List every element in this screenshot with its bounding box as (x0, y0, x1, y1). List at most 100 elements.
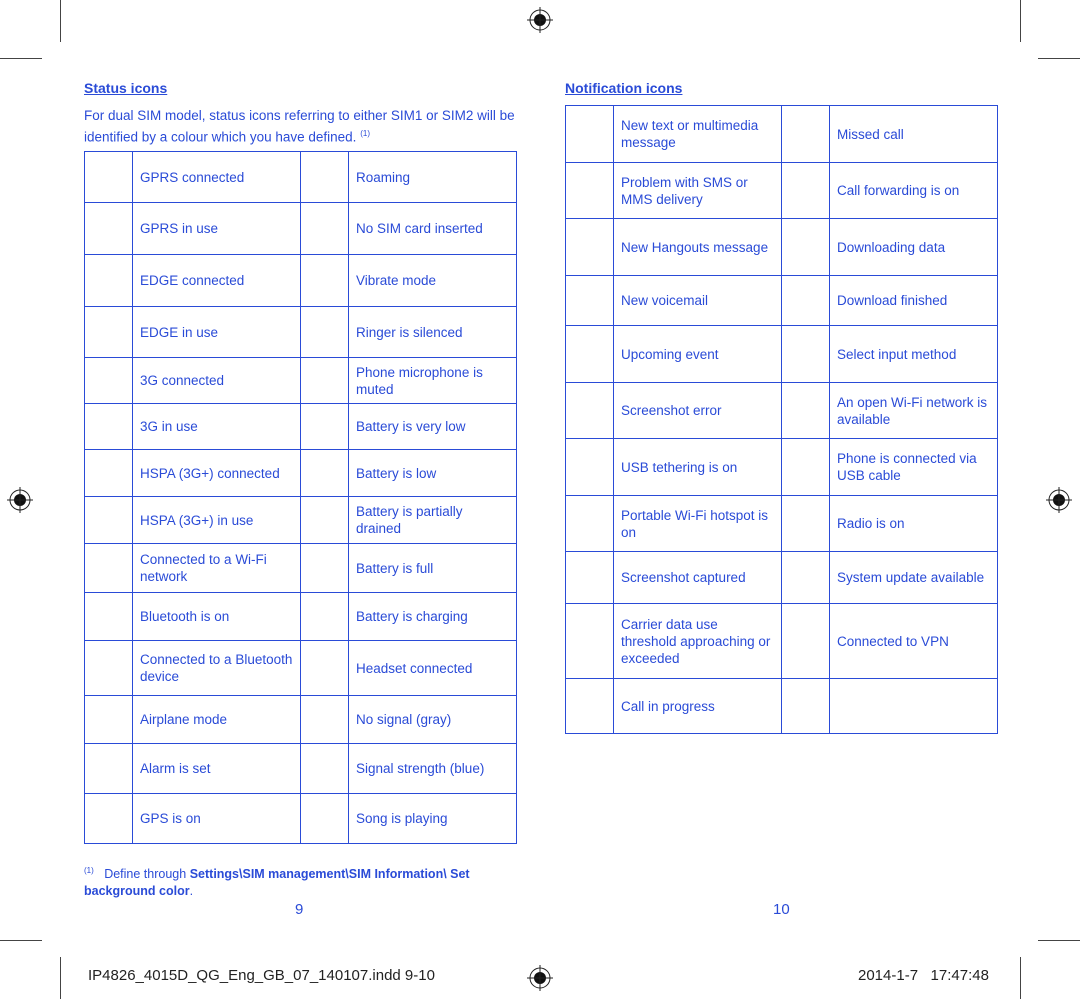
icon-description: Upcoming event (613, 325, 782, 383)
crop-mark (1038, 58, 1080, 59)
icon-description: GPRS connected (132, 151, 301, 203)
icon-description: EDGE in use (132, 306, 301, 358)
icon-description: Screenshot error (613, 382, 782, 439)
icon-cell (565, 382, 614, 439)
icon-description: No SIM card inserted (348, 202, 517, 255)
icon-cell (565, 325, 614, 383)
table-row: Airplane mode No signal (gray) (84, 695, 517, 744)
icon-description: Phone is connected via USB cable (829, 438, 998, 496)
icon-cell (565, 495, 614, 552)
icon-description: Downloading data (829, 218, 998, 276)
icon-description: Signal strength (blue) (348, 743, 517, 794)
page-number-right: 10 (773, 901, 790, 918)
table-row: Connected to a Wi-Fi network Battery is f… (84, 543, 517, 593)
icon-description: Battery is very low (348, 403, 517, 450)
icon-cell (781, 495, 830, 552)
notification-icons-table: New text or multimedia message Missed cal… (565, 105, 998, 734)
registration-mark-icon (7, 487, 33, 513)
registration-mark-icon (527, 7, 553, 33)
icon-cell (84, 306, 133, 358)
icon-description: Portable Wi-Fi hotspot is on (613, 495, 782, 552)
icon-description: Song is playing (348, 793, 517, 844)
table-row: 3G connected Phone microphone is muted (84, 357, 517, 404)
icon-description: Missed call (829, 105, 998, 163)
icon-description: Airplane mode (132, 695, 301, 744)
footnote-ref: (1) (360, 129, 370, 138)
intro-text: For dual SIM model, status icons referri… (84, 108, 515, 145)
icon-description: New text or multimedia message (613, 105, 782, 163)
icon-cell (84, 449, 133, 497)
crop-mark (1020, 0, 1021, 42)
icon-description: 3G connected (132, 357, 301, 404)
icon-cell (300, 743, 349, 794)
icon-description: Roaming (348, 151, 517, 203)
icon-cell (84, 743, 133, 794)
registration-mark-icon (527, 965, 553, 991)
icon-description: Radio is on (829, 495, 998, 552)
table-row: Alarm is set Signal strength (blue) (84, 743, 517, 794)
table-row: New Hangouts message Downloading data (565, 218, 998, 276)
icon-description: GPRS in use (132, 202, 301, 255)
icon-cell (300, 202, 349, 255)
registration-mark-icon (1046, 487, 1072, 513)
icon-description: System update available (829, 551, 998, 604)
icon-cell (781, 551, 830, 604)
crop-mark (0, 58, 42, 59)
footnote-end: . (189, 884, 194, 899)
icon-cell (781, 603, 830, 679)
table-row: Screenshot captured System update availab… (565, 551, 998, 604)
icon-description: Battery is partially drained (348, 496, 517, 544)
table-row: Call in progress (565, 678, 998, 734)
icon-description: GPS is on (132, 793, 301, 844)
icon-cell (300, 496, 349, 544)
icon-cell (565, 678, 614, 734)
icon-cell (84, 202, 133, 255)
table-row: Carrier data use threshold approaching o… (565, 603, 998, 679)
table-row: 3G in use Battery is very low (84, 403, 517, 450)
table-row: HSPA (3G+) in use Battery is partially dr… (84, 496, 517, 544)
icon-cell (300, 357, 349, 404)
icon-cell (84, 496, 133, 544)
icon-description: Alarm is set (132, 743, 301, 794)
icon-cell (300, 640, 349, 696)
slug-filename: IP4826_4015D_QG_Eng_GB_07_140107.indd 9-… (88, 967, 435, 984)
icon-cell (300, 543, 349, 593)
icon-cell (84, 403, 133, 450)
icon-cell (565, 275, 614, 326)
icon-description: Bluetooth is on (132, 592, 301, 641)
icon-description: Phone microphone is muted (348, 357, 517, 404)
icon-description (829, 678, 998, 734)
table-row: Problem with SMS or MMS delivery Call for… (565, 162, 998, 219)
table-row: Portable Wi-Fi hotspot is on Radio is on (565, 495, 998, 552)
icon-description: An open Wi-Fi network is available (829, 382, 998, 439)
status-icons-heading: Status icons (84, 80, 168, 96)
page-number-left: 9 (295, 901, 304, 918)
icon-description: Battery is full (348, 543, 517, 593)
icon-cell (300, 592, 349, 641)
icon-description: New voicemail (613, 275, 782, 326)
table-row: EDGE connected Vibrate mode (84, 254, 517, 307)
icon-cell (84, 254, 133, 307)
icon-description: Select input method (829, 325, 998, 383)
icon-description: Ringer is silenced (348, 306, 517, 358)
icon-description: Connected to a Wi-Fi network (132, 543, 301, 593)
crop-mark (60, 0, 61, 42)
table-row: GPS is on Song is playing (84, 793, 517, 844)
icon-description: Battery is low (348, 449, 517, 497)
icon-description: Connected to VPN (829, 603, 998, 679)
icon-cell (300, 151, 349, 203)
icon-cell (84, 592, 133, 641)
icon-cell (781, 438, 830, 496)
icon-description: 3G in use (132, 403, 301, 450)
icon-description: Headset connected (348, 640, 517, 696)
icon-cell (84, 640, 133, 696)
table-row: Upcoming event Select input method (565, 325, 998, 383)
icon-description: Call in progress (613, 678, 782, 734)
icon-cell (300, 449, 349, 497)
icon-cell (781, 678, 830, 734)
table-row: Bluetooth is on Battery is charging (84, 592, 517, 641)
crop-mark (1038, 940, 1080, 941)
icon-description: Battery is charging (348, 592, 517, 641)
icon-description: No signal (gray) (348, 695, 517, 744)
icon-cell (565, 551, 614, 604)
